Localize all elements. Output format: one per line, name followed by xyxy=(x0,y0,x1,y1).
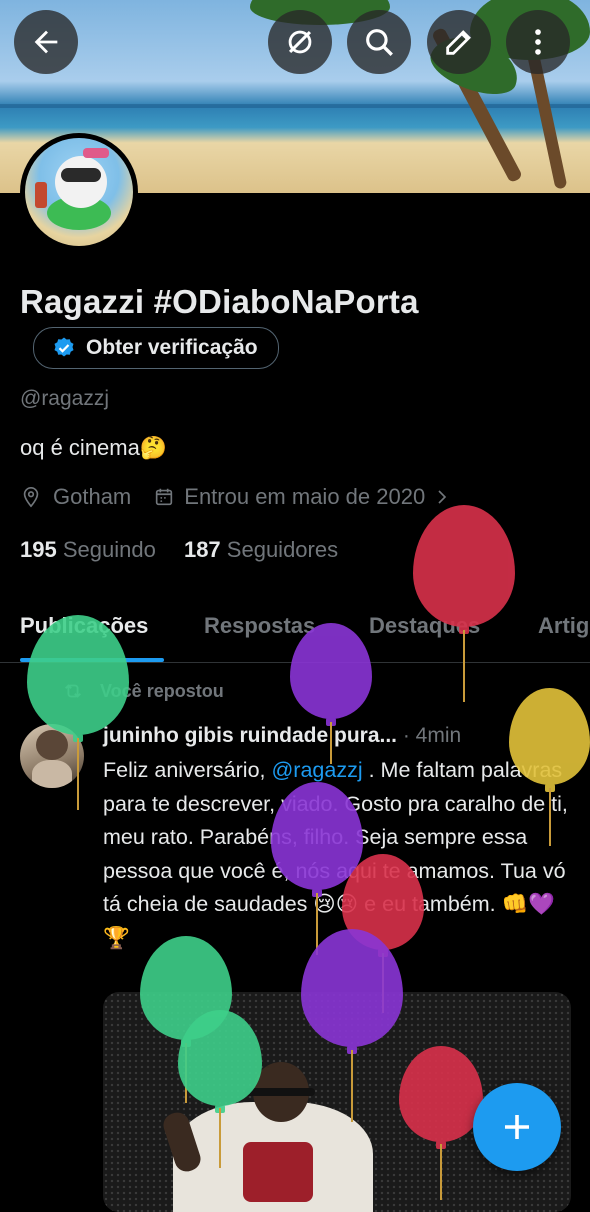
more-options-button[interactable] xyxy=(506,10,570,74)
profile-meta: Gotham Entrou em maio de 2020 xyxy=(20,484,451,510)
avatar-image xyxy=(25,138,133,246)
following-link[interactable]: 195 Seguindo xyxy=(20,537,156,562)
search-button[interactable] xyxy=(347,10,411,74)
location-pin-icon xyxy=(23,487,39,508)
balloon-string xyxy=(330,722,332,764)
edit-button[interactable] xyxy=(427,10,491,74)
balloon-string xyxy=(77,738,79,810)
balloon-purple xyxy=(290,623,372,726)
profile-avatar[interactable] xyxy=(20,133,138,251)
more-vertical-icon xyxy=(535,29,541,55)
profile-bio: oq é cinema🤔 xyxy=(20,435,168,460)
post-header: juninho gibis ruindade pura... · 4min xyxy=(103,724,461,748)
compose-button[interactable] xyxy=(473,1083,561,1171)
profile-location: Gotham xyxy=(53,484,132,509)
balloon-string xyxy=(351,1050,353,1122)
post-mention[interactable]: @ragazzj xyxy=(271,758,362,782)
tab-replies[interactable]: Respostas xyxy=(204,613,315,639)
follow-stats: 195 Seguindo 187 Seguidores xyxy=(20,537,338,563)
post-text-start: Feliz aniversário, xyxy=(103,758,272,782)
no-wifi-button[interactable] xyxy=(268,10,332,74)
plus-icon xyxy=(505,1115,529,1139)
back-arrow-icon xyxy=(34,30,58,54)
get-verified-button[interactable]: Obter verificação xyxy=(33,327,279,369)
get-verified-label: Obter verificação xyxy=(86,336,258,359)
calendar-icon xyxy=(156,488,173,506)
balloon-green xyxy=(178,1010,262,1113)
chevron-right-icon[interactable] xyxy=(433,488,451,506)
back-button[interactable] xyxy=(14,10,78,74)
balloon-string xyxy=(463,630,465,702)
followers-count: 187 xyxy=(183,537,221,562)
tab-articles[interactable]: Artig xyxy=(538,613,589,639)
profile-name: Ragazzi #ODiaboNaPorta xyxy=(20,283,419,320)
followers-label: Seguidores xyxy=(226,537,339,562)
edit-icon xyxy=(446,30,471,55)
profile-join-date: Entrou em maio de 2020 xyxy=(184,484,426,509)
search-icon xyxy=(366,29,393,56)
no-wifi-icon xyxy=(288,30,312,54)
balloon-red xyxy=(413,505,515,634)
post-time: · 4min xyxy=(402,724,462,747)
balloon-yellow xyxy=(509,688,590,792)
balloon-red xyxy=(399,1046,483,1149)
following-label: Seguindo xyxy=(62,537,156,562)
balloon-string xyxy=(549,788,551,846)
balloon-string xyxy=(219,1108,221,1168)
followers-link[interactable]: 187 Seguidores xyxy=(184,537,338,562)
post-author-name[interactable]: juninho gibis ruindade pura... xyxy=(103,724,397,747)
profile-handle: @ragazzj xyxy=(20,387,110,410)
horizon xyxy=(0,104,590,108)
verified-badge-icon xyxy=(54,337,74,357)
balloon-string xyxy=(440,1144,442,1200)
following-count: 195 xyxy=(20,537,57,562)
